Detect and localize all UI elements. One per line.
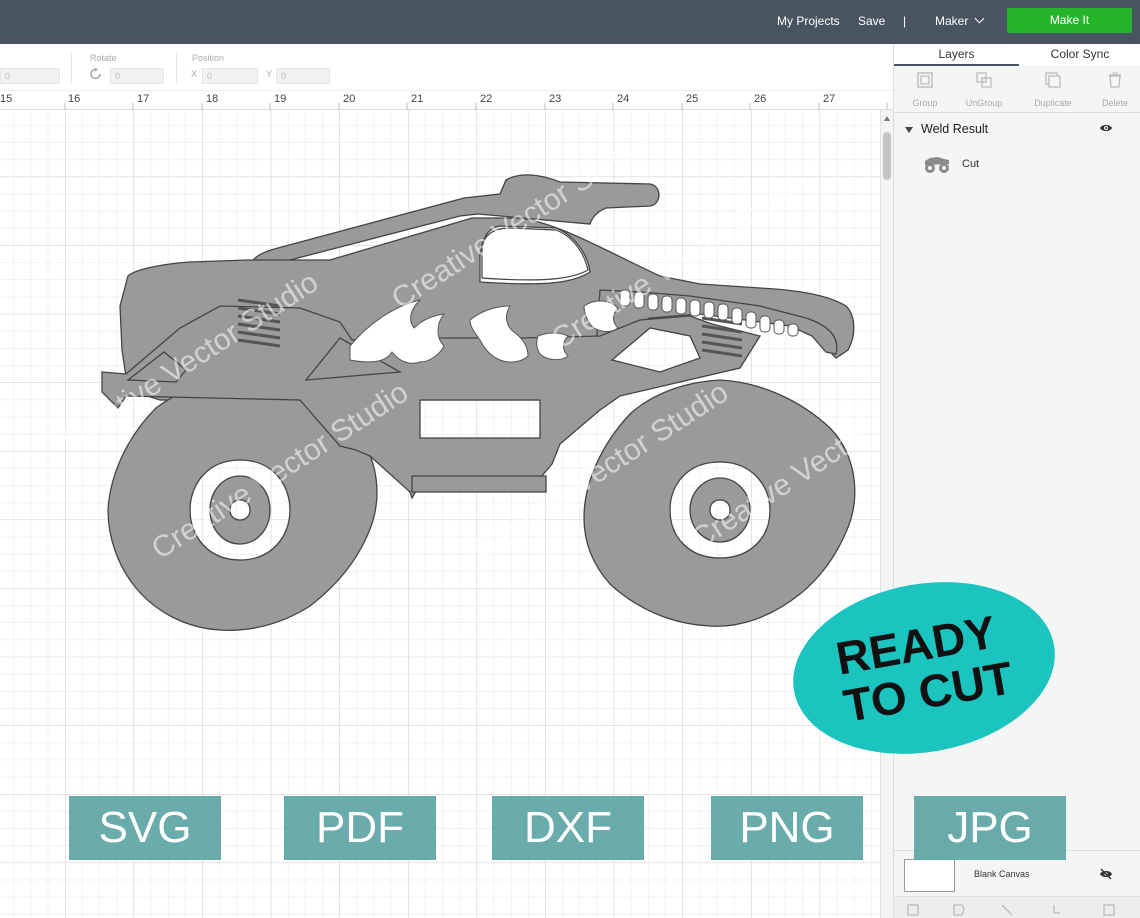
layers-panel: Layers Color Sync Group UnGroup Duplicat…: [893, 44, 1140, 918]
header-separator: |: [903, 14, 907, 28]
tab-color-sync[interactable]: Color Sync: [1019, 44, 1140, 66]
position-label: Position: [192, 53, 225, 63]
layer-name: Cut: [962, 158, 980, 170]
rotate-label: Rotate: [90, 53, 117, 63]
ruler-marks: [64, 103, 888, 111]
group-label: Group: [912, 98, 938, 108]
layer-tools: Group UnGroup Duplicate Delete: [894, 66, 1140, 113]
rotate-input[interactable]: 0: [110, 68, 164, 84]
eye-icon[interactable]: [1099, 123, 1113, 133]
machine-label: Maker: [935, 14, 969, 28]
group-button[interactable]: Group: [894, 66, 956, 113]
ungroup-icon: [976, 72, 992, 88]
panel-bottom-tools: [894, 896, 1140, 918]
duplicate-button[interactable]: Duplicate: [1022, 66, 1084, 113]
bottom-tool-icons: [907, 904, 1115, 916]
duplicate-label: Duplicate: [1034, 98, 1072, 108]
scroll-up-icon[interactable]: [884, 116, 890, 121]
delete-button[interactable]: Delete: [1084, 66, 1140, 113]
format-badge-jpg: JPG: [914, 796, 1066, 860]
toolbar-divider: [71, 52, 72, 84]
x-axis-label: X: [191, 69, 198, 79]
make-it-button[interactable]: Make It: [1007, 8, 1132, 33]
scroll-thumb[interactable]: [883, 132, 891, 180]
delete-icon: [1109, 72, 1121, 88]
panel-tabs: Layers Color Sync: [894, 44, 1140, 66]
rotate-icon: [90, 67, 101, 80]
duplicate-icon: [1045, 72, 1061, 88]
tab-layers[interactable]: Layers: [894, 44, 1019, 66]
blank-canvas-swatch[interactable]: [904, 859, 955, 892]
header-bar: My Projects Save | Maker Make It: [0, 0, 1140, 44]
format-badge-svg: SVG: [69, 796, 221, 860]
my-projects-link[interactable]: My Projects: [777, 0, 840, 44]
ungroup-button[interactable]: UnGroup: [953, 66, 1015, 113]
format-badge-png: PNG: [711, 796, 863, 860]
ungroup-label: UnGroup: [965, 98, 1003, 108]
format-badge-dxf: DXF: [492, 796, 644, 860]
layer-thumbnail-icon: [925, 157, 949, 173]
y-axis-label: Y: [266, 69, 273, 79]
layer-group-weld-result[interactable]: Weld Result: [894, 118, 1140, 142]
save-button[interactable]: Save: [858, 0, 885, 44]
toolbar-divider: [176, 52, 177, 84]
group-icon: [917, 72, 933, 88]
format-badge-pdf: PDF: [284, 796, 436, 860]
horizontal-ruler: 15 16 17 18 19 20 21 22 23 24 25 26 27: [0, 90, 893, 111]
size-field[interactable]: 0: [0, 68, 60, 84]
canvas-scrollbar[interactable]: [880, 110, 893, 918]
delete-label: Delete: [1101, 98, 1128, 108]
eye-hidden-icon[interactable]: [1099, 868, 1113, 880]
group-name: Weld Result: [921, 122, 989, 136]
position-x-input[interactable]: 0: [202, 68, 258, 84]
position-y-input[interactable]: 0: [276, 68, 330, 84]
layer-item-cut[interactable]: Cut: [894, 150, 1140, 178]
blank-canvas-label: Blank Canvas: [974, 869, 1030, 879]
caret-down-icon[interactable]: [905, 127, 913, 133]
chevron-down-icon: [974, 13, 985, 24]
edit-toolbar: 0 Rotate 0 Position X 0 Y 0: [0, 44, 893, 90]
machine-select[interactable]: Maker: [935, 0, 985, 44]
